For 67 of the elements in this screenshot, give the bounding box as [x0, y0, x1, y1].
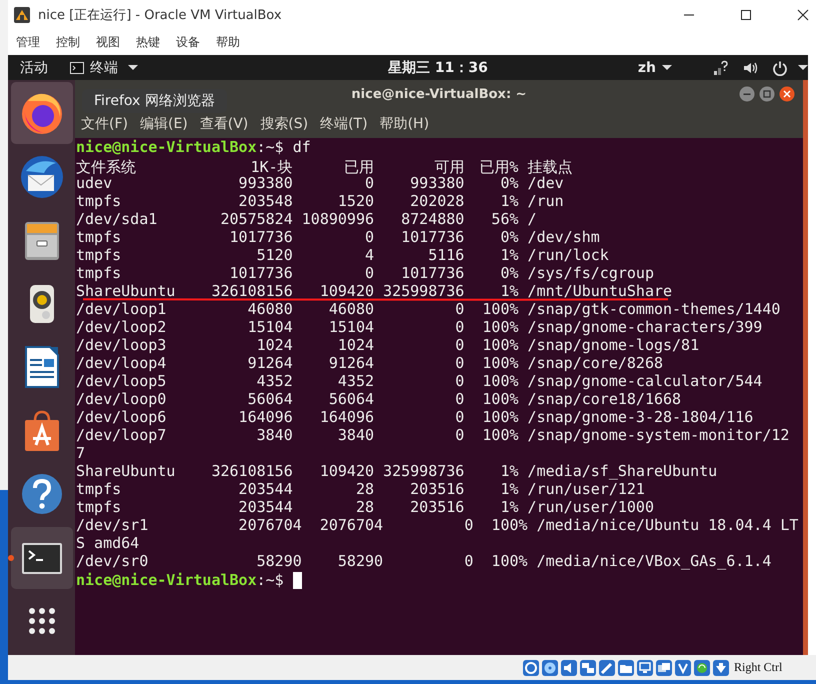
- column-header: 挂载点: [527, 158, 572, 176]
- monitor-icon[interactable]: [637, 660, 653, 676]
- dock-item[interactable]: [10, 526, 72, 588]
- app-logo-icon: [13, 6, 31, 24]
- disk-icon[interactable]: [523, 660, 539, 676]
- output-line: /dev/loop1 46080 46080 0 100% /snap/gtk-common-themes/1440: [76, 302, 780, 317]
- folder-icon[interactable]: [618, 660, 634, 676]
- output-line: /dev/loop6 164096 164096 0 100% /snap/gnome-3-28-1804/116: [76, 410, 754, 425]
- close-icon[interactable]: [779, 86, 795, 102]
- menu-item[interactable]: 设备: [176, 34, 200, 51]
- host-key-label: Right Ctrl: [734, 660, 782, 675]
- column-header: 文件系统: [76, 158, 136, 176]
- activities-button[interactable]: 活动: [20, 58, 48, 76]
- network-question-icon[interactable]: [712, 60, 728, 76]
- prompt-line: nice@nice-VirtualBox:~$ df: [76, 140, 311, 155]
- menu-item[interactable]: 文件(F): [81, 115, 128, 133]
- clock[interactable]: 星期三 11：36: [388, 58, 488, 76]
- output-line: /dev/loop0 56064 56064 0 100% /snap/core18/1668: [76, 392, 682, 407]
- output-line: udev 993380 0 993380 0% /dev: [76, 176, 564, 191]
- prompt-line: nice@nice-VirtualBox:~$: [76, 573, 284, 588]
- output-line: /dev/sr1 2076704 2076704 0 100% /media/nice/Ubuntu 18.04.4 LT: [76, 518, 798, 533]
- menu-item[interactable]: 帮助: [216, 34, 240, 51]
- menu-item[interactable]: 帮助(H): [380, 115, 430, 133]
- network-icon[interactable]: [580, 660, 596, 676]
- system-menu-caret-icon[interactable]: [798, 65, 808, 70]
- output-line: tmpfs 1017736 0 1017736 0% /sys/fs/cgroup: [76, 266, 654, 281]
- window-title: nice [正在运行] - Oracle VM VirtualBox: [38, 7, 283, 24]
- output-line: /dev/loop5 4352 4352 0 100% /snap/gnome-calculator/544: [76, 374, 762, 389]
- column-header: 已用%: [479, 158, 518, 176]
- output-line: tmpfs 5120 4 5116 1% /run/lock: [76, 248, 609, 263]
- terminal-icon: [70, 62, 84, 74]
- column-header: 1K-块: [250, 158, 293, 176]
- output-line: /dev/sda1 20575824 10890996 8724880 56% /: [76, 212, 537, 227]
- menu-item[interactable]: 热键: [136, 34, 160, 51]
- terminal-title: nice@nice-VirtualBox: ~: [351, 86, 527, 102]
- output-line: tmpfs 203544 28 203516 1% /run/user/1000: [76, 500, 654, 515]
- app-menu[interactable]: 终端: [70, 58, 138, 76]
- column-header: 已用: [344, 158, 374, 176]
- menu-item[interactable]: 终端(T): [320, 115, 368, 133]
- menu-item[interactable]: 搜索(S): [260, 115, 308, 133]
- output-line: ShareUbuntu 326108156 109420 325998736 1% /media/sf_ShareUbuntu: [76, 464, 718, 479]
- output-line: /dev/loop4 91264 91264 0 100% /snap/core/8268: [76, 356, 663, 371]
- menu-item[interactable]: 控制: [56, 34, 80, 51]
- output-line: tmpfs 203548 1520 202028 1% /run: [76, 194, 564, 209]
- close-icon[interactable]: [797, 9, 809, 21]
- output-line: tmpfs 203544 28 203516 1% /run/user/121: [76, 482, 645, 497]
- output-line: /dev/loop7 3840 3840 0 100% /snap/gnome-system-monitor/12: [76, 428, 790, 443]
- input-method-menu[interactable]: zh: [638, 60, 672, 76]
- output-line: S amd64: [76, 536, 140, 551]
- output-line: /dev/loop3 1024 1024 0 100% /snap/gnome-logs/81: [76, 338, 700, 353]
- output-line: /dev/sr0 58290 58290 0 100% /media/nice/VBox_GAs_6.1.4: [76, 554, 772, 569]
- output-line: tmpfs 1017736 0 1017736 0% /dev/shm: [76, 230, 600, 245]
- disc-icon[interactable]: [542, 660, 558, 676]
- menu-item[interactable]: 编辑(E): [140, 115, 188, 133]
- maximize-icon[interactable]: [740, 9, 752, 21]
- output-line: 7: [76, 446, 86, 461]
- speaker-icon[interactable]: [561, 660, 577, 676]
- menu-item[interactable]: 视图: [96, 34, 120, 51]
- arrow-icon[interactable]: [713, 660, 729, 676]
- output-line: /dev/loop2 15104 15104 0 100% /snap/gnome-characters/399: [76, 320, 762, 335]
- output-line: ShareUbuntu 326108156 109420 325998736 1% /mnt/UbuntuShare: [76, 284, 672, 299]
- menu-item[interactable]: 管理: [16, 34, 40, 51]
- power-icon[interactable]: [772, 60, 788, 76]
- menu-item[interactable]: 查看(V): [200, 115, 248, 133]
- column-header: 可用: [434, 158, 464, 176]
- tooltip: Firefox 网络浏览器: [82, 89, 227, 113]
- windows-icon[interactable]: [656, 660, 672, 676]
